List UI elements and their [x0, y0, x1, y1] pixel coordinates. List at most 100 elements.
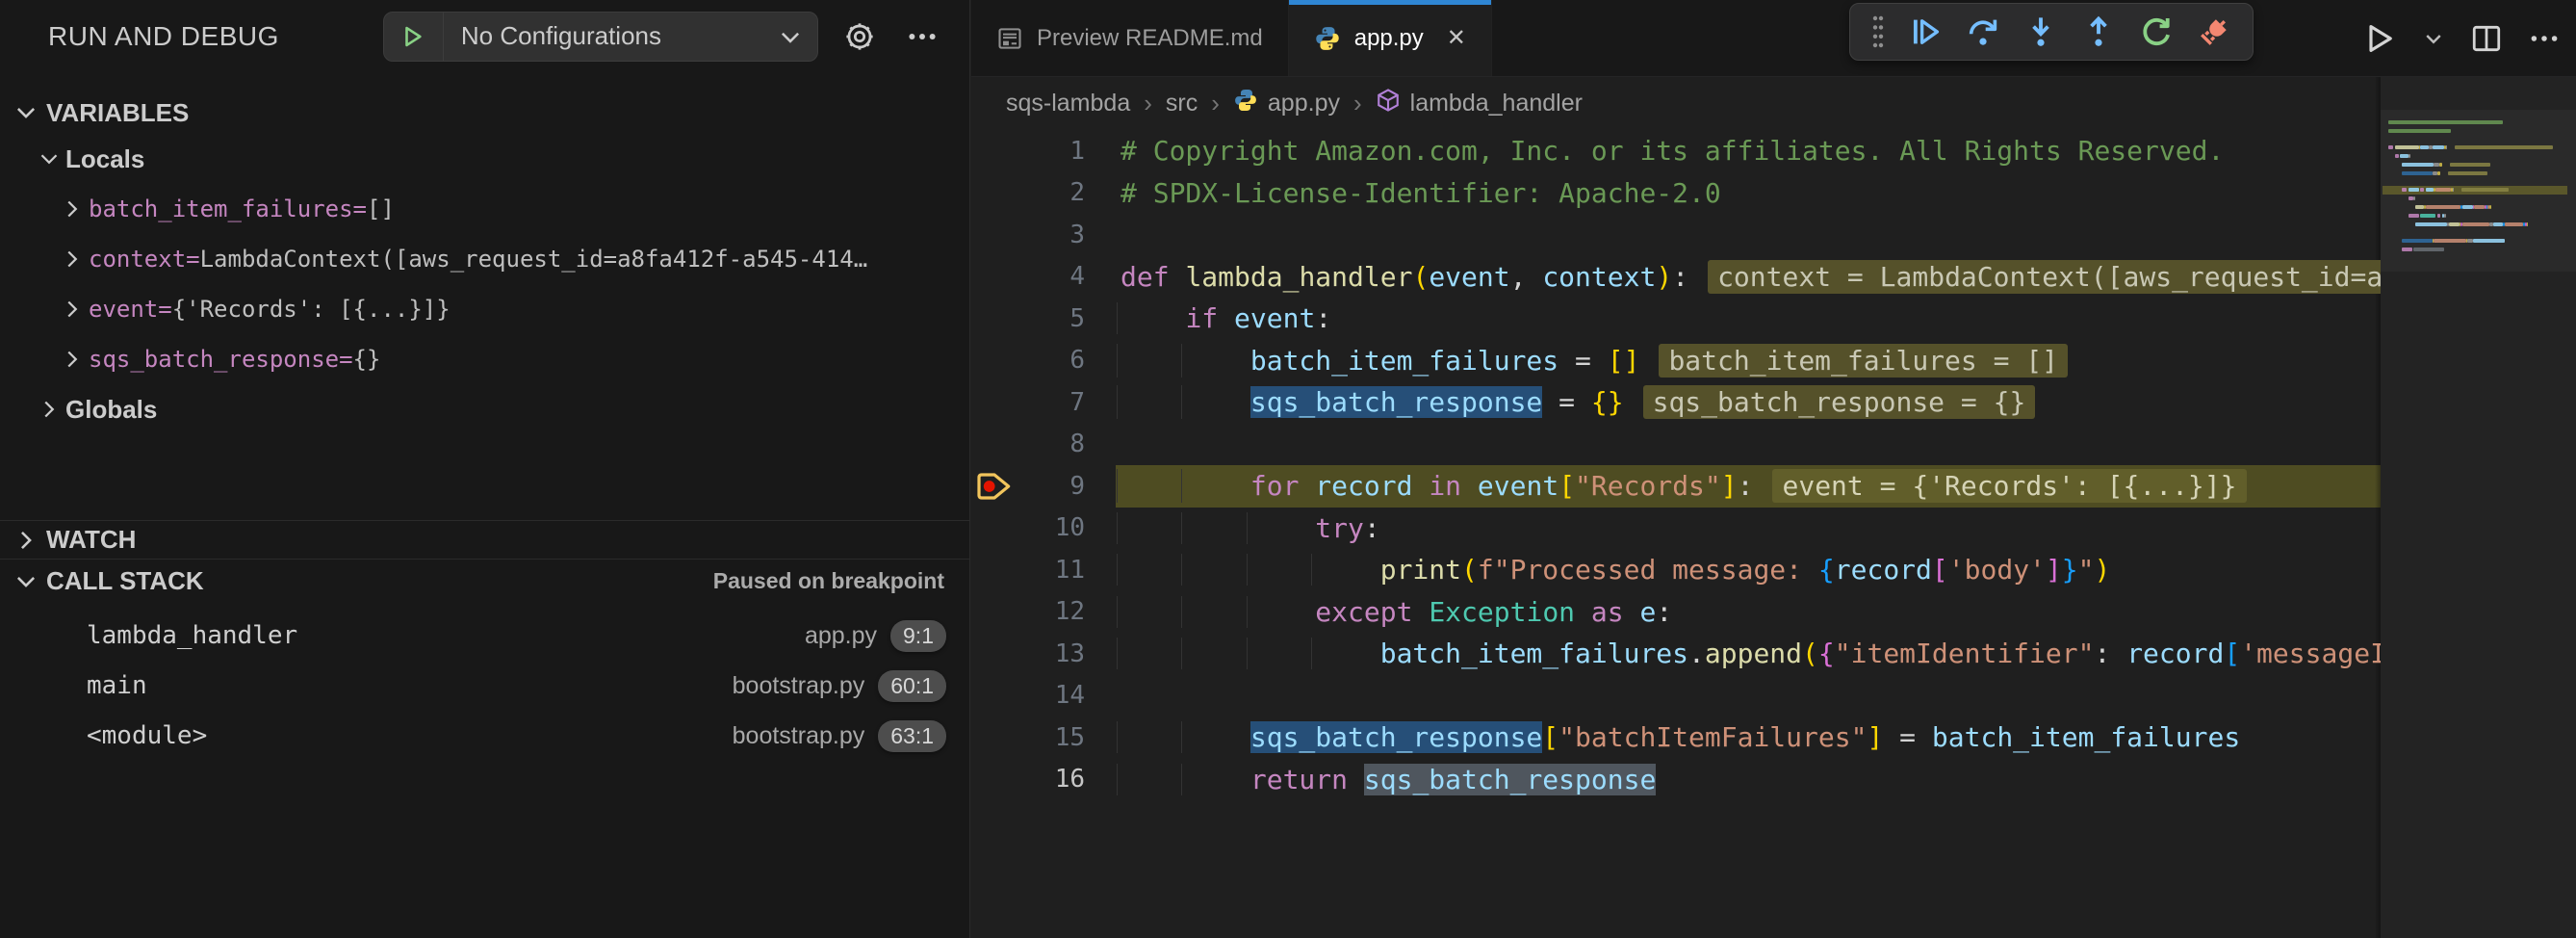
scope-row-locals[interactable]: Locals	[0, 134, 969, 184]
line-number[interactable]: 8	[971, 430, 1098, 458]
stack-frame-row[interactable]: lambda_handlerapp.py9:1	[0, 611, 969, 661]
disconnect-icon[interactable]	[2189, 9, 2239, 55]
variables-section-header[interactable]: VARIABLES	[0, 91, 969, 134]
ellipsis-icon[interactable]	[901, 14, 942, 59]
frame-file-name: app.py	[805, 622, 877, 650]
config-dropdown-label: No Configurations	[444, 21, 763, 51]
code-line: 6 batch_item_failures = []batch_item_fai…	[971, 340, 2381, 382]
call-stack-section-header[interactable]: CALL STACK Paused on breakpoint	[0, 560, 969, 603]
minimap-code-line	[2493, 222, 2504, 226]
minimap-inline-chip	[2455, 145, 2553, 149]
minimap-code-line	[2409, 214, 2419, 218]
call-stack-section-label: CALL STACK	[46, 566, 204, 596]
minimap-code-line	[2395, 154, 2399, 158]
gear-icon[interactable]	[839, 14, 881, 59]
line-number[interactable]: 13	[971, 639, 1098, 668]
code-line-content: for record in event["Records"]:event = {…	[1098, 469, 2247, 503]
minimap-code-line	[2415, 205, 2424, 209]
step-over-icon[interactable]	[1958, 9, 2008, 55]
line-number[interactable]: 6	[971, 346, 1098, 375]
breadcrumb: sqs-lambda›src›app.py›lambda_handler	[971, 77, 2576, 130]
start-debug-icon[interactable]	[384, 13, 444, 61]
code-line-content: sqs_batch_response = {}sqs_batch_respons…	[1098, 385, 2035, 419]
split-editor-icon[interactable]	[2470, 22, 2503, 55]
minimap-code-line	[2415, 222, 2447, 226]
code-line-content: # SPDX-License-Identifier: Apache-2.0	[1098, 177, 1721, 209]
tab-preview-readme[interactable]: Preview README.md	[971, 0, 1289, 76]
run-dropdown-chevron-icon[interactable]	[2422, 27, 2445, 50]
tab-app-py[interactable]: app.py ✕	[1289, 0, 1492, 76]
editor-actions	[2362, 0, 2561, 77]
line-number[interactable]: 5	[971, 304, 1098, 333]
line-number[interactable]: 11	[971, 556, 1098, 585]
breadcrumb-label: sqs-lambda	[1006, 90, 1130, 117]
minimap-code-line	[2388, 120, 2503, 124]
breakpoint-current-line-icon[interactable]	[975, 471, 1014, 508]
line-number[interactable]: 2	[971, 178, 1098, 207]
breadcrumb-item-app-py[interactable]: app.py	[1233, 88, 1340, 119]
code-token: event	[1429, 261, 1509, 293]
indent-guide	[1117, 512, 1118, 544]
breadcrumb-item-lambda-handler[interactable]: lambda_handler	[1376, 88, 1583, 119]
minimap-code-line	[2462, 205, 2473, 209]
minimap-code-line	[2420, 188, 2424, 192]
code-token	[1121, 386, 1250, 418]
drag-grip-icon[interactable]	[1864, 14, 1893, 49]
variable-row[interactable]: sqs_batch_response = {}	[0, 334, 969, 384]
breadcrumb-item-src[interactable]: src	[1166, 90, 1198, 117]
code-token: "itemIdentifier"	[1835, 638, 2095, 669]
debug-config-dropdown[interactable]: No Configurations	[383, 12, 818, 62]
more-actions-icon[interactable]	[2528, 22, 2561, 55]
line-number[interactable]: 16	[971, 765, 1098, 794]
variable-row[interactable]: context = LambdaContext([aws_request_id=…	[0, 234, 969, 284]
code-token: f"Processed message:	[1478, 554, 1818, 586]
minimap-code-line	[2426, 205, 2461, 209]
variable-row[interactable]: batch_item_failures = []	[0, 184, 969, 234]
stack-frame-row[interactable]: mainbootstrap.py60:1	[0, 661, 969, 711]
call-stack-frames: lambda_handlerapp.py9:1mainbootstrap.py6…	[0, 611, 969, 761]
minimap-code-line	[2449, 222, 2460, 226]
minimap[interactable]	[2381, 77, 2576, 938]
line-number[interactable]: 10	[971, 513, 1098, 542]
code-editor[interactable]: 1# Copyright Amazon.com, Inc. or its aff…	[971, 130, 2381, 938]
code-token: (	[1461, 554, 1478, 586]
minimap-inline-chip	[2450, 163, 2490, 167]
variable-row[interactable]: event = {'Records': [{...}]}	[0, 284, 969, 334]
stack-frame-row[interactable]: <module>bootstrap.py63:1	[0, 711, 969, 761]
line-number[interactable]: 1	[971, 137, 1098, 166]
code-token	[1121, 596, 1315, 628]
line-number[interactable]: 12	[971, 597, 1098, 626]
line-number[interactable]: 15	[971, 723, 1098, 752]
continue-icon[interactable]	[1900, 9, 1950, 55]
minimap-code-line	[2402, 188, 2407, 192]
code-line: 10 try:	[971, 508, 2381, 550]
chevron-right-icon	[56, 197, 89, 221]
minimap-code-line	[2444, 214, 2446, 218]
close-icon[interactable]: ✕	[1447, 24, 1466, 52]
chevron-down-icon	[13, 100, 39, 125]
step-into-icon[interactable]	[2016, 9, 2066, 55]
restart-icon[interactable]	[2131, 9, 2181, 55]
line-number[interactable]: 3	[971, 221, 1098, 249]
step-out-icon[interactable]	[2074, 9, 2124, 55]
minimap-code-line	[2433, 145, 2444, 149]
scope-label: Globals	[65, 395, 157, 425]
scope-row-globals[interactable]: Globals	[0, 384, 969, 434]
variable-name: context	[89, 246, 186, 273]
line-number[interactable]: 4	[971, 262, 1098, 291]
indent-guide	[1117, 554, 1118, 586]
code-token	[1412, 470, 1429, 502]
line-number[interactable]: 14	[971, 681, 1098, 710]
line-number[interactable]: 7	[971, 388, 1098, 417]
chevron-right-icon	[33, 398, 65, 421]
paused-status-badge: Paused on breakpoint	[713, 560, 944, 603]
run-button[interactable]	[2362, 21, 2397, 56]
breadcrumb-item-sqs-lambda[interactable]: sqs-lambda	[1006, 90, 1130, 117]
markdown-preview-icon	[996, 25, 1023, 52]
code-token: :	[1656, 596, 1672, 628]
code-token	[1461, 470, 1478, 502]
variable-name: sqs_batch_response	[89, 346, 339, 373]
code-token: [	[1542, 721, 1558, 753]
watch-section-header[interactable]: WATCH	[0, 520, 969, 560]
chevron-down-icon	[13, 569, 39, 594]
